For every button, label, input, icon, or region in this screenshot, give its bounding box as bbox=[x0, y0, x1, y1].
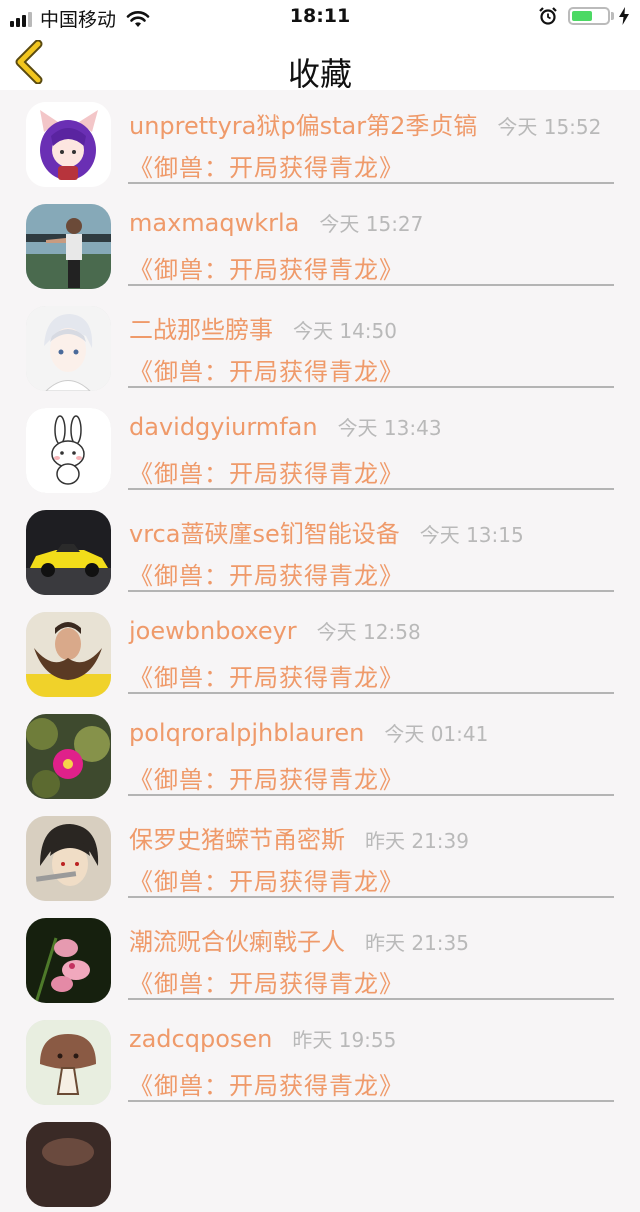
book-title: 《御兽：开局获得青龙》 bbox=[129, 154, 404, 182]
book-title: 《御兽：开局获得青龙》 bbox=[129, 1072, 404, 1100]
avatar bbox=[26, 306, 111, 391]
mushroom-avatar-icon bbox=[26, 1020, 111, 1105]
status-right bbox=[538, 6, 630, 26]
avatar bbox=[26, 816, 111, 901]
timestamp: 昨天 21:39 bbox=[365, 829, 469, 853]
list-item[interactable]: unprettyra狱p偏star第2季贞镐 今天 15:52 《御兽：开局获得… bbox=[0, 90, 640, 192]
item-header: joewbnboxeyr 今天 12:58 bbox=[129, 616, 421, 645]
avatar bbox=[26, 918, 111, 1003]
divider bbox=[128, 182, 614, 184]
timestamp: 今天 13:15 bbox=[419, 523, 524, 547]
user-name: 潮流贶合伙瘌戟子人 bbox=[129, 928, 345, 956]
timestamp: 今天 15:52 bbox=[497, 115, 602, 139]
divider bbox=[128, 284, 614, 286]
avatar bbox=[26, 714, 111, 799]
book-title: 《御兽：开局获得青龙》 bbox=[129, 766, 404, 794]
item-header: polqroralpjhblauren 今天 01:41 bbox=[129, 718, 488, 747]
user-name: unprettyra狱p偏star第2季贞镐 bbox=[129, 112, 478, 140]
divider bbox=[128, 386, 614, 388]
page-title: 收藏 bbox=[287, 55, 352, 93]
sports-car-avatar-icon bbox=[26, 510, 111, 595]
book-title: 《御兽：开局获得青龙》 bbox=[129, 562, 404, 590]
list-item[interactable] bbox=[0, 1110, 640, 1212]
list-item[interactable]: 二战那些膀事 今天 14:50 《御兽：开局获得青龙》 bbox=[0, 294, 640, 396]
divider bbox=[128, 590, 614, 592]
list-item[interactable]: maxmaqwkrla 今天 15:27 《御兽：开局获得青龙》 bbox=[0, 192, 640, 294]
item-header: davidgyiurmfan 今天 13:43 bbox=[129, 412, 442, 441]
avatar bbox=[26, 1020, 111, 1105]
user-name: davidgyiurmfan bbox=[129, 413, 318, 441]
item-header: 二战那些膀事 今天 14:50 bbox=[129, 310, 397, 345]
item-header: maxmaqwkrla 今天 15:27 bbox=[129, 208, 423, 237]
avatar bbox=[26, 204, 111, 289]
list-item[interactable]: 保罗史猪蝾节甬密斯 昨天 21:39 《御兽：开局获得青龙》 bbox=[0, 804, 640, 906]
battery-level bbox=[572, 11, 593, 21]
book-title: 《御兽：开局获得青龙》 bbox=[129, 358, 404, 386]
user-name: zadcqposen bbox=[129, 1025, 273, 1053]
avatar bbox=[26, 1122, 111, 1207]
divider bbox=[128, 998, 614, 1000]
anime-girl-avatar-icon bbox=[26, 102, 111, 187]
user-name: vrca蔷硖廑se钔智能设备 bbox=[129, 520, 400, 548]
timestamp: 昨天 21:35 bbox=[365, 931, 469, 955]
list-item[interactable]: joewbnboxeyr 今天 12:58 《御兽：开局获得青龙》 bbox=[0, 600, 640, 702]
user-name: maxmaqwkrla bbox=[129, 209, 300, 237]
book-title: 《御兽：开局获得青龙》 bbox=[129, 868, 404, 896]
list-item[interactable]: vrca蔷硖廑se钔智能设备 今天 13:15 《御兽：开局获得青龙》 bbox=[0, 498, 640, 600]
status-bar: 中国移动 18:11 bbox=[0, 0, 640, 34]
divider bbox=[128, 896, 614, 898]
list-item[interactable]: davidgyiurmfan 今天 13:43 《御兽：开局获得青龙》 bbox=[0, 396, 640, 498]
avatar bbox=[26, 408, 111, 493]
timestamp: 今天 14:50 bbox=[293, 319, 397, 343]
user-name: 二战那些膀事 bbox=[129, 316, 273, 344]
book-title: 《御兽：开局获得青龙》 bbox=[129, 970, 404, 998]
item-header: 潮流贶合伙瘌戟子人 昨天 21:35 bbox=[129, 922, 469, 957]
navigation-bar: 收藏 bbox=[0, 34, 640, 93]
avatar bbox=[26, 510, 111, 595]
battery-icon bbox=[568, 7, 610, 25]
anime-boy-avatar-icon bbox=[26, 306, 111, 391]
anime-character-avatar-icon bbox=[26, 816, 111, 901]
bunny-avatar-icon bbox=[26, 408, 111, 493]
user-name: joewbnboxeyr bbox=[129, 617, 297, 645]
charging-bolt-icon bbox=[619, 7, 629, 25]
divider bbox=[128, 692, 614, 694]
orchid-avatar-icon bbox=[26, 918, 111, 1003]
person-photo-avatar-icon bbox=[26, 204, 111, 289]
list-item[interactable]: 潮流贶合伙瘌戟子人 昨天 21:35 《御兽：开局获得青龙》 bbox=[0, 906, 640, 1008]
timestamp: 昨天 19:55 bbox=[292, 1028, 397, 1052]
item-header: 保罗史猪蝾节甬密斯 昨天 21:39 bbox=[129, 820, 469, 855]
book-title: 《御兽：开局获得青龙》 bbox=[129, 664, 404, 692]
avatar bbox=[26, 102, 111, 187]
item-header: vrca蔷硖廑se钔智能设备 今天 13:15 bbox=[129, 514, 524, 549]
battery-cap bbox=[611, 12, 614, 20]
item-header: zadcqposen 昨天 19:55 bbox=[129, 1024, 396, 1053]
book-title: 《御兽：开局获得青龙》 bbox=[129, 256, 404, 284]
photo-avatar-icon bbox=[26, 1122, 111, 1207]
book-title: 《御兽：开局获得青龙》 bbox=[129, 460, 404, 488]
divider bbox=[128, 1100, 614, 1102]
timestamp: 今天 12:58 bbox=[316, 620, 421, 644]
bearded-man-avatar-icon bbox=[26, 612, 111, 697]
timestamp: 今天 15:27 bbox=[319, 212, 424, 236]
timestamp: 今天 01:41 bbox=[384, 722, 489, 746]
cactus-flower-avatar-icon bbox=[26, 714, 111, 799]
divider bbox=[128, 488, 614, 490]
avatar bbox=[26, 612, 111, 697]
list-item[interactable]: polqroralpjhblauren 今天 01:41 《御兽：开局获得青龙》 bbox=[0, 702, 640, 804]
item-header: unprettyra狱p偏star第2季贞镐 今天 15:52 bbox=[129, 106, 601, 141]
timestamp: 今天 13:43 bbox=[337, 416, 442, 440]
list-item[interactable]: zadcqposen 昨天 19:55 《御兽：开局获得青龙》 bbox=[0, 1008, 640, 1110]
user-name: 保罗史猪蝾节甬密斯 bbox=[129, 826, 345, 854]
alarm-clock-icon bbox=[539, 7, 557, 25]
user-name: polqroralpjhblauren bbox=[129, 719, 365, 747]
divider bbox=[128, 794, 614, 796]
